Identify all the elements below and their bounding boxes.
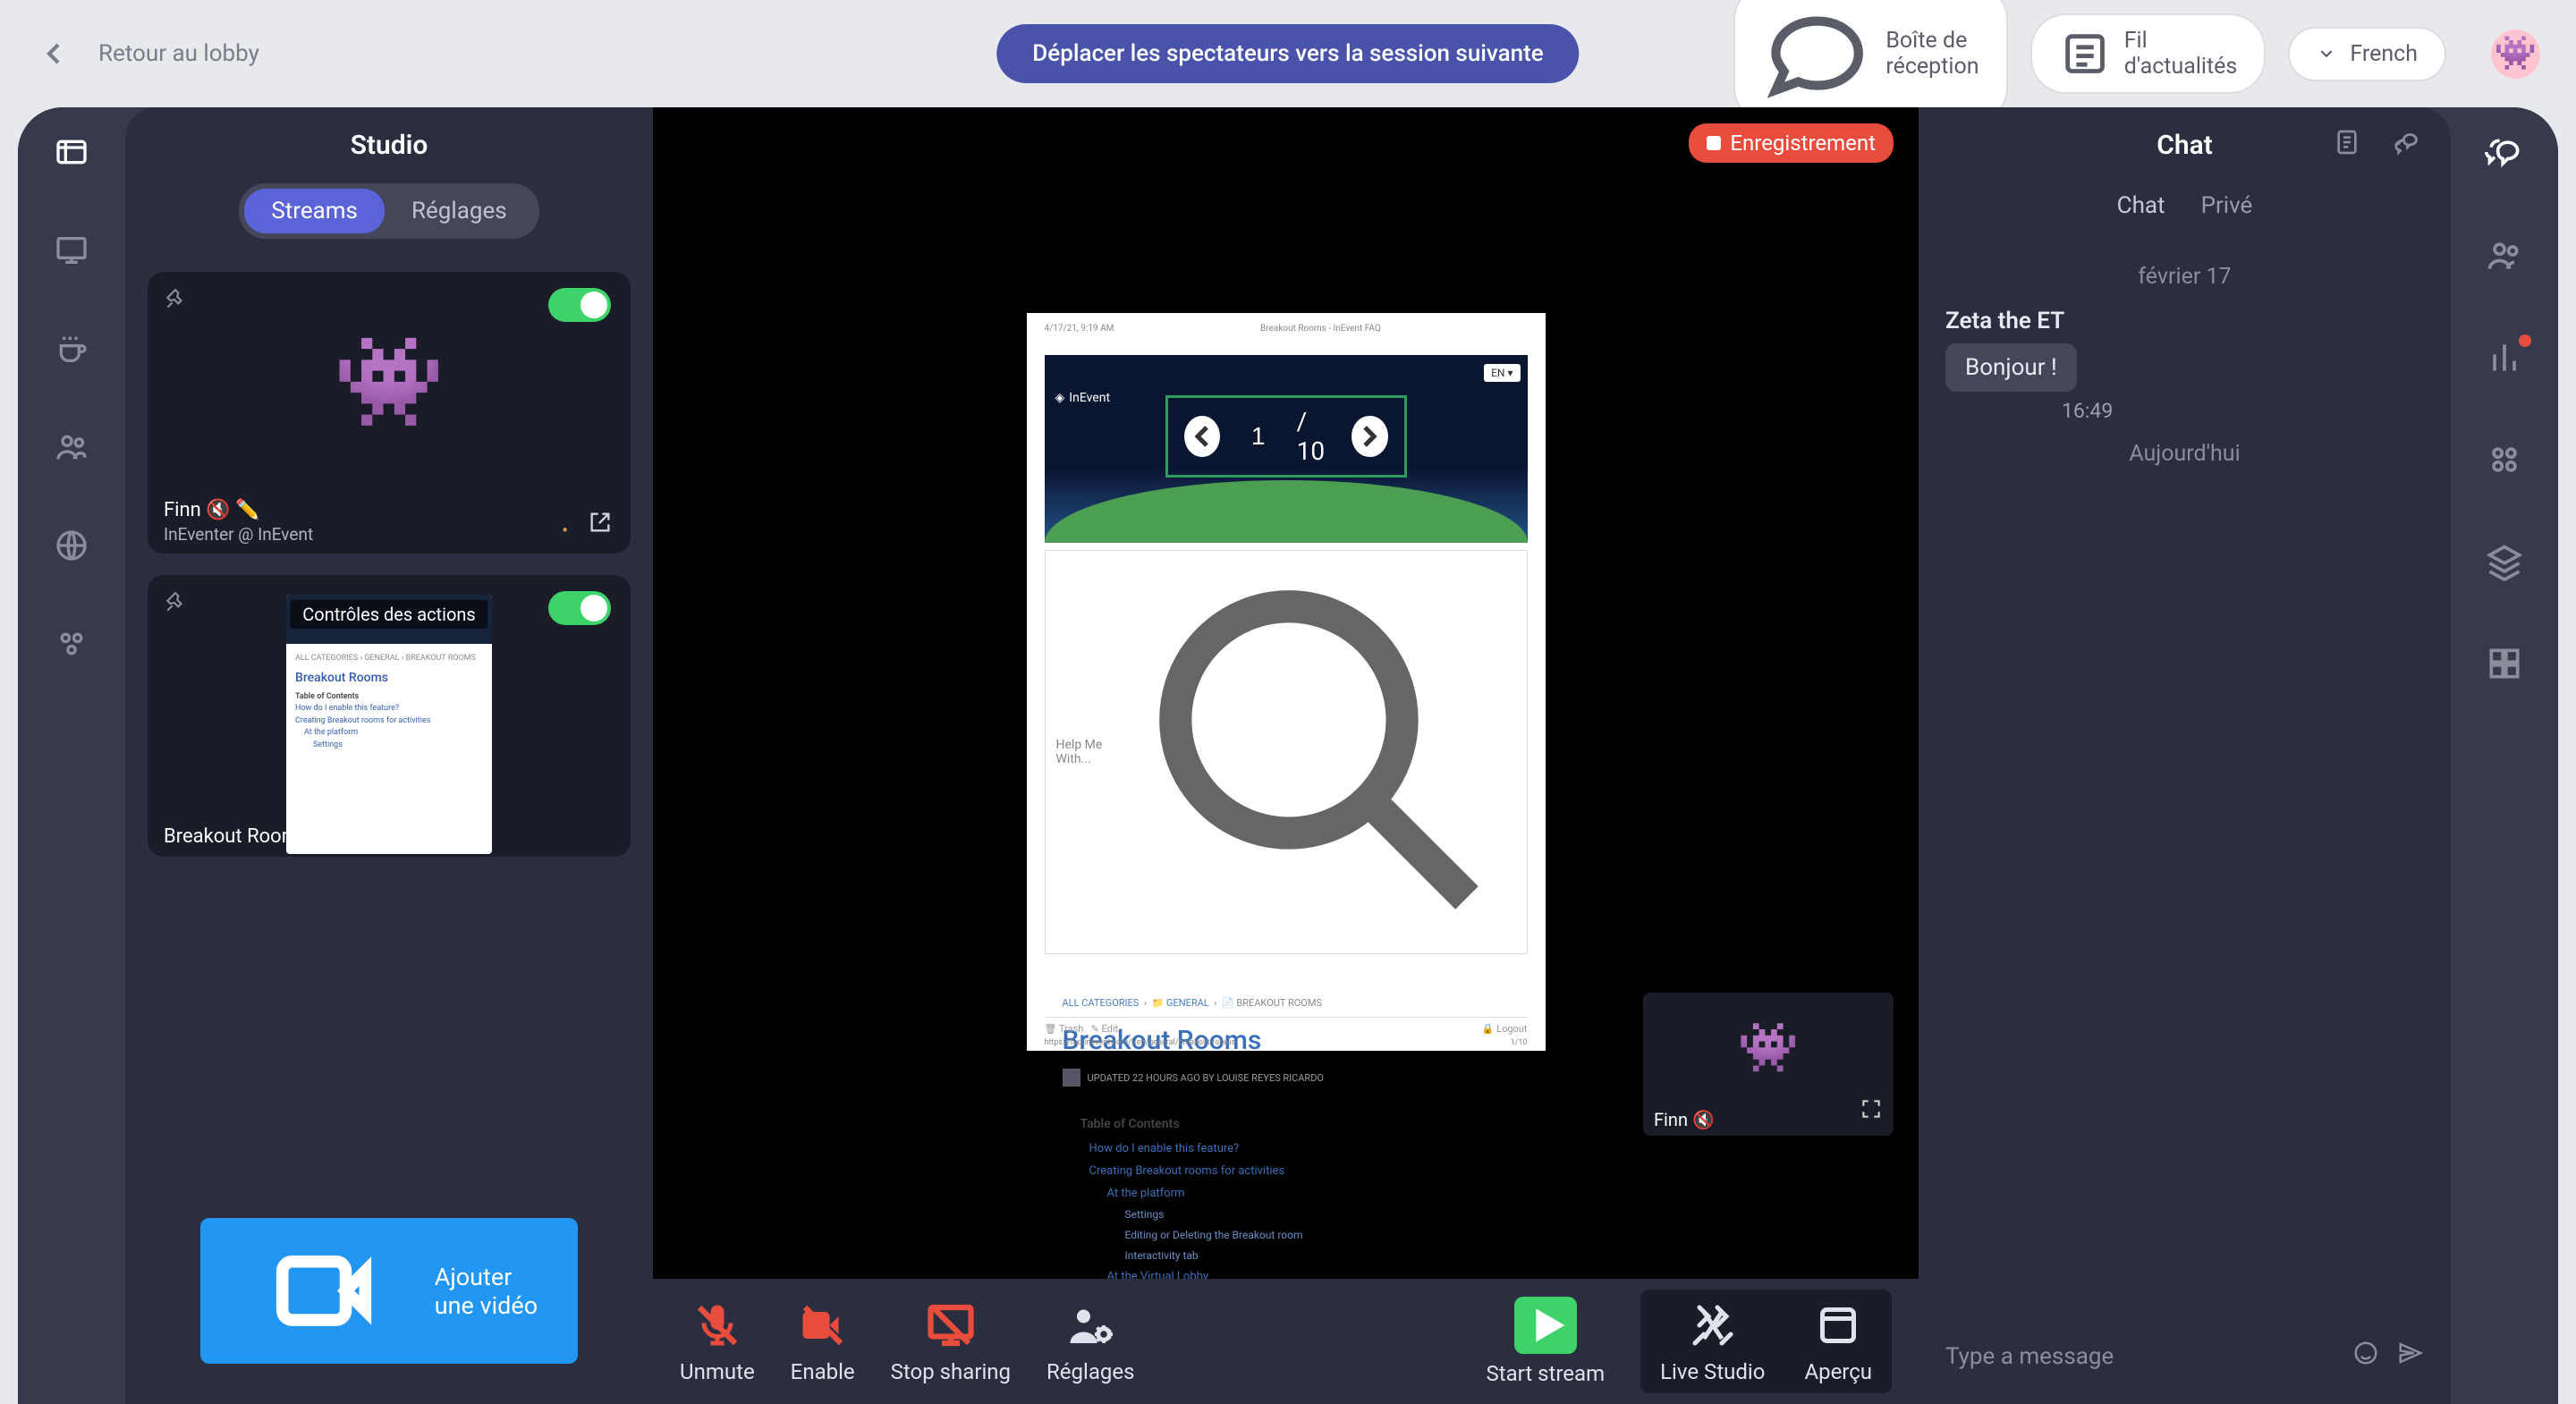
send-icon[interactable] [2397, 1340, 2424, 1373]
pip-name: Finn 🔇 [1654, 1109, 1715, 1130]
doc-byline: UPDATED 22 HOURS AGO BY LOUISE REYES RIC… [1027, 1065, 1546, 1090]
add-video-label: Ajouter une vidéo [435, 1263, 547, 1320]
stop-sharing-button[interactable]: Stop sharing [891, 1298, 1011, 1384]
doc-brand: ◈ InEvent [1055, 391, 1111, 405]
tab-private[interactable]: Privé [2201, 192, 2253, 219]
settings-button[interactable]: Réglages [1046, 1298, 1134, 1384]
avatar[interactable]: 👾 [2491, 30, 2540, 79]
page-navigator: / 10 [1165, 395, 1407, 478]
share-thumbnail: Contrôles des actions ALL CATEGORIES › G… [286, 595, 492, 854]
grid-icon[interactable] [2485, 644, 2524, 683]
pip-avatar: 👾 [1738, 1019, 1799, 1077]
picture-in-picture: 👾 Finn 🔇 [1643, 993, 1894, 1136]
page-input[interactable] [1236, 422, 1281, 451]
next-page-button[interactable] [1352, 416, 1387, 457]
enable-camera-button[interactable]: Enable [791, 1298, 855, 1384]
screen-icon[interactable] [54, 233, 89, 268]
share-toggle[interactable] [548, 591, 611, 625]
toc-heading: Table of Contents [1027, 1090, 1546, 1138]
mic-indicator-icon: • [562, 520, 568, 541]
language-label: French [2350, 41, 2418, 67]
shared-document: 4/17/21, 9:19 AM Breakout Rooms - InEven… [1027, 313, 1546, 1051]
emoji-icon[interactable] [2352, 1340, 2379, 1373]
back-label[interactable]: Retour au lobby [98, 40, 259, 67]
tab-chat[interactable]: Chat [2117, 192, 2165, 219]
coffee-icon[interactable] [54, 331, 89, 367]
recording-badge: Enregistrement [1689, 123, 1894, 163]
poll-icon[interactable] [2485, 338, 2524, 377]
fullscreen-icon[interactable] [1860, 1097, 1883, 1127]
doc-lang-selector[interactable]: EN ▾ [1484, 364, 1520, 382]
toc-item[interactable]: How do I enable this feature? [1089, 1138, 1483, 1161]
popout-icon[interactable] [588, 510, 613, 541]
qa-icon[interactable] [2485, 440, 2524, 479]
chat-date: février 17 [1945, 264, 2424, 290]
share-stream-tile: Contrôles des actions ALL CATEGORIES › G… [148, 575, 631, 857]
toc-item[interactable]: Interactivity tab [1089, 1246, 1483, 1266]
inbox-label: Boîte de réception [1885, 28, 1979, 80]
camera-user-name: Finn 🔇 ✏️ [164, 499, 260, 521]
globe-icon[interactable] [54, 528, 89, 563]
people-icon[interactable] [54, 429, 89, 465]
doc-url: https://faq.inevent.com/l/en/general/bre… [1045, 1038, 1236, 1047]
language-button[interactable]: French [2288, 27, 2446, 81]
tab-settings[interactable]: Réglages [385, 189, 534, 233]
tab-streams[interactable]: Streams [244, 189, 385, 233]
prev-page-button[interactable] [1184, 416, 1220, 457]
share-filename: Breakout Rooms .pdf [164, 825, 348, 848]
camera-toggle[interactable] [548, 288, 611, 322]
chat-time: 16:49 [2062, 399, 2424, 423]
chat-input[interactable]: Type a message [1945, 1343, 2334, 1370]
share-overlay-label: Contrôles des actions [290, 600, 487, 629]
doc-time: 4/17/21, 9:19 AM [1045, 324, 1114, 334]
toc-item[interactable]: Creating Breakout rooms for activities [1089, 1161, 1483, 1183]
group-icon[interactable] [54, 626, 89, 662]
transcript-icon[interactable] [2333, 128, 2361, 163]
camera-avatar: 👾 [334, 330, 445, 435]
pin-icon[interactable] [164, 591, 187, 621]
pin-icon[interactable] [164, 288, 187, 317]
doc-page-footer: 1/10 [1511, 1038, 1528, 1047]
doc-header-title: Breakout Rooms - InEvent FAQ [1260, 324, 1381, 334]
chat-icon[interactable] [2485, 134, 2524, 173]
doc-search-input[interactable]: Help Me With... [1045, 550, 1528, 954]
participants-icon[interactable] [2485, 236, 2524, 275]
chat-date-today: Aujourd'hui [1945, 441, 2424, 467]
feed-button[interactable]: Fil d'actualités [2030, 13, 2267, 94]
page-total: / 10 [1297, 407, 1336, 466]
studio-title: Studio [125, 107, 653, 183]
layers-icon[interactable] [2485, 542, 2524, 581]
toc-item[interactable]: Editing or Deleting the Breakout room [1089, 1225, 1483, 1246]
popout-chat-icon[interactable] [2394, 127, 2424, 164]
unmute-button[interactable]: Unmute [680, 1298, 755, 1384]
back-arrow-icon[interactable] [36, 36, 72, 72]
move-viewers-button[interactable]: Déplacer les spectateurs vers la session… [996, 24, 1579, 83]
chat-title: Chat [2157, 130, 2213, 161]
live-studio-button[interactable]: Live Studio [1640, 1290, 1784, 1393]
chat-sender: Zeta the ET [1945, 308, 2424, 334]
add-video-button[interactable]: Ajouter une vidéo [200, 1218, 578, 1364]
start-stream-button[interactable]: Start stream [1486, 1297, 1605, 1386]
chat-message: Bonjour ! [1945, 343, 2077, 392]
preview-button[interactable]: Aperçu [1784, 1290, 1892, 1393]
camera-stream-tile: 👾 Finn 🔇 ✏️ InEventer @ InEvent • [148, 272, 631, 554]
toc-item[interactable]: At the platform [1089, 1183, 1483, 1205]
breadcrumb: ALL CATEGORIES › 📁 GENERAL › 📄 BREAKOUT … [1027, 961, 1546, 1016]
inbox-button[interactable]: Boîte de réception [1733, 0, 2007, 123]
feed-label: Fil d'actualités [2124, 28, 2238, 80]
camera-user-org: InEventer @ InEvent [164, 524, 313, 545]
studio-icon[interactable] [54, 134, 89, 170]
toc-item[interactable]: Settings [1089, 1205, 1483, 1225]
